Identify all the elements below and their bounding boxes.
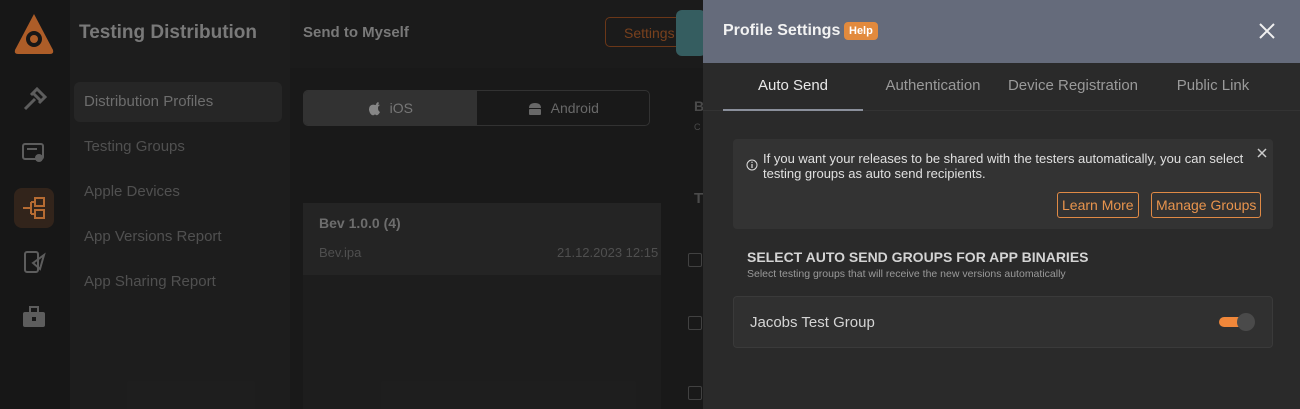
sidebar-item-testing-groups[interactable]: Testing Groups <box>74 127 282 167</box>
drawer-header: Profile Settings Help <box>703 0 1300 63</box>
peek-letter: C <box>694 122 701 132</box>
section-title: SELECT AUTO SEND GROUPS FOR APP BINARIES <box>747 249 1089 265</box>
profile-title: Send to Myself <box>303 24 409 41</box>
apple-icon <box>368 102 380 116</box>
close-icon[interactable] <box>1255 146 1269 160</box>
help-badge[interactable]: Help <box>844 22 878 40</box>
settings-button[interactable]: Settings <box>605 17 685 47</box>
profile-settings-drawer: Profile Settings Help Auto Send Authenti… <box>703 0 1300 409</box>
android-icon <box>528 103 541 115</box>
platform-label-ios: iOS <box>389 100 413 116</box>
sidebar-item-app-versions-report[interactable]: App Versions Report <box>74 217 282 257</box>
tab-authentication[interactable]: Authentication <box>873 63 993 109</box>
build-name: Bev 1.0.0 (4) <box>319 215 401 231</box>
sidebar-item-distribution-profiles[interactable]: Distribution Profiles <box>74 82 282 122</box>
row-checkbox[interactable] <box>688 253 702 267</box>
row-checkbox[interactable] <box>688 316 702 330</box>
tab-device-registration[interactable]: Device Registration <box>1001 63 1145 109</box>
peek-letter: T <box>694 190 704 207</box>
platform-switch: iOS Android <box>303 90 650 126</box>
platform-label-android: Android <box>550 100 599 116</box>
testing-distribution-nav-icon[interactable] <box>14 188 54 228</box>
info-icon <box>746 159 758 171</box>
drawer-tabs: Auto Send Authentication Device Registra… <box>703 63 1300 111</box>
build-date: 21.12.2023 12:15 <box>557 245 659 260</box>
app-icon <box>676 10 706 56</box>
info-message: If you want your releases to be shared w… <box>763 151 1244 181</box>
profile-main-area: Send to Myself Settings iOS Android B C … <box>290 0 706 409</box>
sidebar-item-apple-devices[interactable]: Apple Devices <box>74 172 282 212</box>
section-subtitle: Select testing groups that will receive … <box>747 268 1066 280</box>
close-icon[interactable] <box>1256 20 1278 42</box>
tab-public-link[interactable]: Public Link <box>1163 63 1263 109</box>
manage-groups-button[interactable]: Manage Groups <box>1151 192 1262 218</box>
signing-identities-nav-icon[interactable] <box>14 133 54 173</box>
sidebar-item-app-sharing-report[interactable]: App Sharing Report <box>74 262 282 302</box>
secondary-sidebar: Testing Distribution Distribution Profil… <box>70 0 290 409</box>
publish-nav-icon[interactable] <box>14 242 54 282</box>
appcircle-logo-icon[interactable] <box>13 12 55 56</box>
icon-rail <box>0 0 70 409</box>
build-nav-icon[interactable] <box>14 80 54 120</box>
auto-send-toggle[interactable] <box>1219 313 1257 331</box>
row-checkbox[interactable] <box>688 386 702 400</box>
build-row[interactable]: Bev 1.0.0 (4) Bev.ipa 21.12.2023 12:15 <box>303 203 661 275</box>
sidebar-title: Testing Distribution <box>79 22 258 43</box>
drawer-title: Profile Settings <box>723 22 841 39</box>
group-row: Jacobs Test Group <box>733 296 1273 348</box>
profile-header: Send to Myself Settings <box>290 0 704 68</box>
platform-tab-android[interactable]: Android <box>477 91 650 125</box>
learn-more-button[interactable]: Learn More <box>1057 192 1139 218</box>
platform-tab-ios[interactable]: iOS <box>304 91 477 125</box>
build-file: Bev.ipa <box>319 245 362 260</box>
info-banner: If you want your releases to be shared w… <box>733 139 1273 229</box>
build-list: Bev 1.0.0 (4) Bev.ipa 21.12.2023 12:15 <box>303 203 661 409</box>
tab-auto-send[interactable]: Auto Send <box>723 63 863 111</box>
enterprise-store-nav-icon[interactable] <box>14 297 54 337</box>
toggle-knob <box>1237 313 1255 331</box>
group-name: Jacobs Test Group <box>750 314 875 331</box>
